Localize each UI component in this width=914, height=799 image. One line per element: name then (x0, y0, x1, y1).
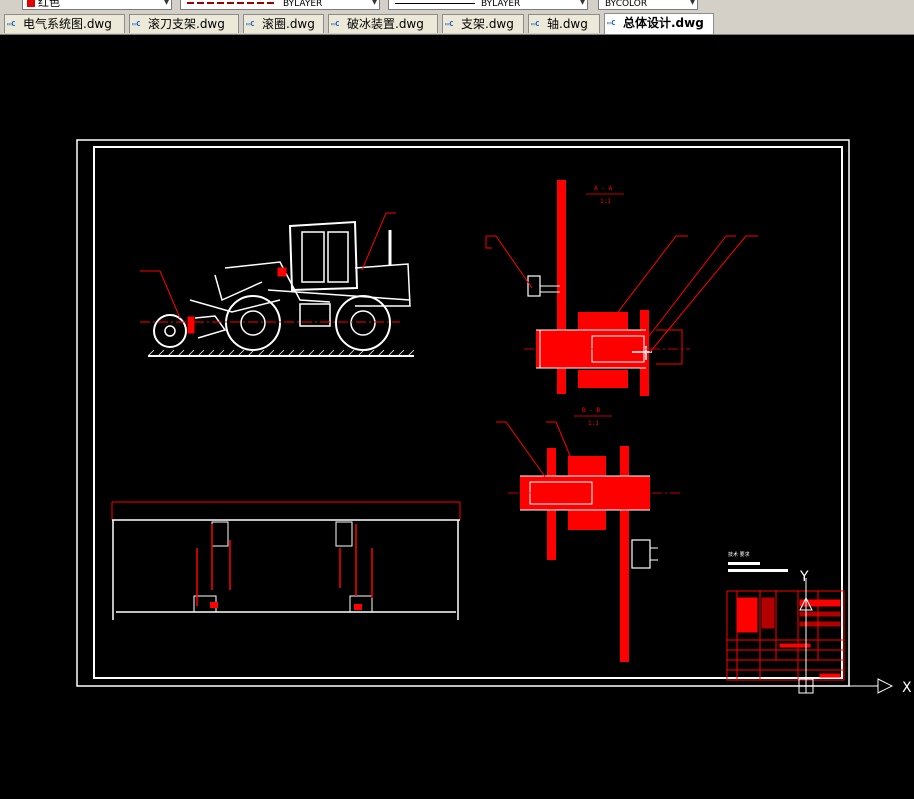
tab-ice-breaker[interactable]: ▭C 破冰装置.dwg (328, 14, 438, 33)
section-b-view: B - B 1:1 (496, 407, 680, 662)
tab-label: 轴.dwg (547, 17, 588, 31)
dwg-file-icon: ▭C (7, 20, 16, 28)
chevron-down-icon: ▾ (689, 0, 695, 8)
tech-req-title: 技术 要求 (728, 551, 750, 558)
front-assembly-view (111, 501, 461, 620)
section-a-scale: 1:1 (600, 198, 611, 205)
tab-cutter-bracket[interactable]: ▭C 滚刀支架.dwg (129, 14, 239, 33)
dwg-file-icon: ▭C (531, 20, 540, 28)
tab-label: 电气系统图.dwg (23, 17, 112, 31)
inner-frame (93, 146, 843, 679)
dwg-file-icon: ▭C (607, 19, 616, 27)
dwg-file-icon: ▭C (246, 20, 255, 28)
linetype-preview-icon (187, 2, 277, 4)
ucs-icon: Y X (798, 569, 912, 696)
tab-electrical-diagram[interactable]: ▭C 电气系统图.dwg (4, 14, 125, 33)
color-combo[interactable]: 红色 ▾ (22, 0, 172, 10)
title-block (726, 590, 845, 681)
ucs-y-label: Y (799, 569, 809, 585)
color-swatch-icon (27, 0, 35, 7)
chevron-down-icon: ▾ (163, 0, 169, 8)
dwg-file-icon: ▭C (132, 20, 141, 28)
lineweight-combo-value: BYLAYER (481, 0, 521, 9)
dwg-file-icon: ▭C (331, 20, 340, 28)
drawing-canvas[interactable]: A - A 1:1 B - B 1:1 技术 要求 Y X (0, 34, 914, 795)
tab-label: 支架.dwg (461, 17, 514, 31)
tab-bracket[interactable]: ▭C 支架.dwg (442, 14, 524, 33)
tab-label: 破冰装置.dwg (347, 17, 424, 31)
section-a-label: A - A (594, 185, 612, 192)
dwg-file-icon: ▭C (445, 20, 454, 28)
linetype-combo[interactable]: BYLAYER ▾ (180, 0, 380, 10)
tab-label: 滚刀支架.dwg (148, 17, 225, 31)
color-combo-value: 红色 (38, 0, 60, 9)
plotstyle-combo-value: BYCOLOR (605, 0, 648, 9)
tab-label: 滚圈.dwg (262, 17, 315, 31)
outer-frame (76, 139, 850, 687)
section-b-scale: 1:1 (588, 420, 599, 427)
chevron-down-icon: ▾ (579, 0, 585, 8)
tab-label: 总体设计.dwg (623, 16, 704, 30)
chevron-down-icon: ▾ (371, 0, 377, 8)
section-b-label: B - B (582, 407, 600, 414)
plotstyle-combo[interactable]: BYCOLOR ▾ (598, 0, 698, 10)
ucs-x-label: X (902, 680, 912, 696)
linetype-combo-value: BYLAYER (283, 0, 323, 9)
tab-roller-ring[interactable]: ▭C 滚圈.dwg (243, 14, 324, 33)
tab-overall-design[interactable]: ▭C 总体设计.dwg (604, 13, 714, 34)
drawing-svg: A - A 1:1 B - B 1:1 技术 要求 Y X (76, 139, 912, 696)
document-tab-bar: ▭C 电气系统图.dwg ▭C 滚刀支架.dwg ▭C 滚圈.dwg ▭C 破冰装置.d… (0, 12, 914, 35)
loader-red-lines (140, 212, 400, 334)
lineweight-combo[interactable]: BYLAYER ▾ (388, 0, 588, 10)
tab-shaft[interactable]: ▭C 轴.dwg (528, 14, 600, 33)
lineweight-preview-icon (395, 2, 475, 4)
section-a-view: A - A 1:1 (485, 180, 758, 396)
technical-requirements: 技术 要求 (728, 551, 788, 572)
